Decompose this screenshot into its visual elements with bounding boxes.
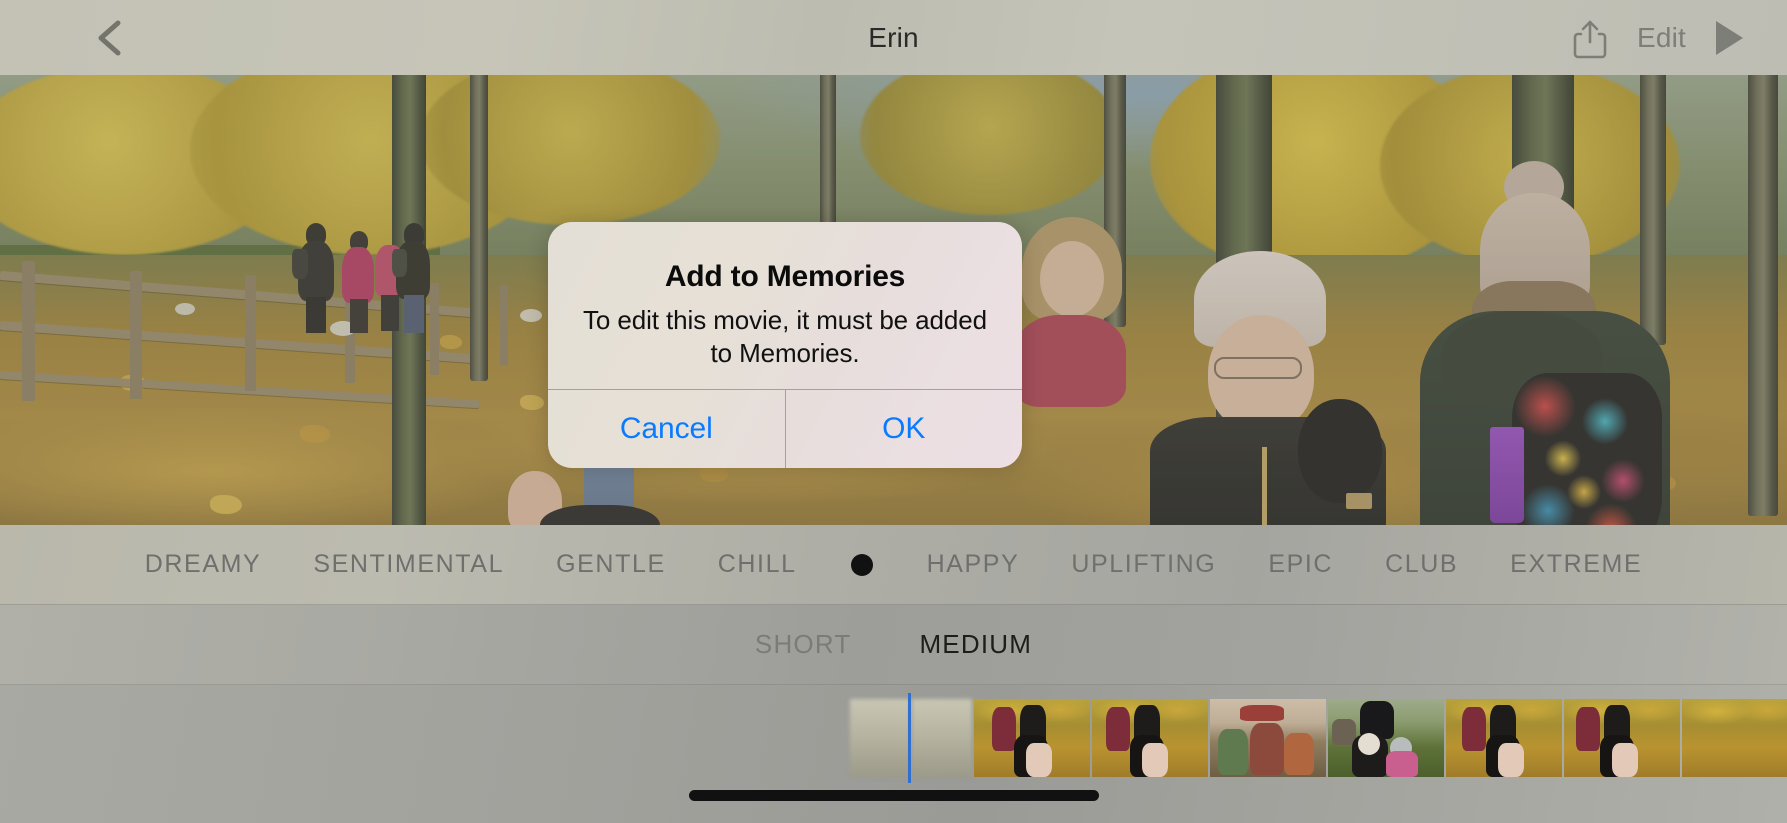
page-title: Erin bbox=[868, 21, 919, 53]
filmstrip-frame[interactable] bbox=[1564, 699, 1680, 777]
filmstrip-frame[interactable] bbox=[850, 699, 910, 777]
fence-post bbox=[500, 285, 508, 365]
water-bottle bbox=[1490, 427, 1524, 523]
filmstrip-frame[interactable] bbox=[1682, 699, 1787, 777]
coat-badge bbox=[1346, 493, 1372, 509]
filmstrip-frame[interactable] bbox=[1210, 699, 1326, 777]
child-dark-coat bbox=[540, 495, 660, 525]
backpack bbox=[392, 249, 407, 277]
mood-item-chill[interactable]: CHILL bbox=[692, 550, 823, 579]
frame-object bbox=[1284, 733, 1314, 775]
mood-selector[interactable]: DREAMY SENTIMENTAL GENTLE CHILL HAPPY UP… bbox=[0, 525, 1787, 605]
share-icon[interactable] bbox=[1573, 18, 1607, 58]
woman-beanie-glasses bbox=[1150, 251, 1386, 525]
filmstrip-frame[interactable] bbox=[1446, 699, 1562, 777]
dialog-actions: Cancel OK bbox=[548, 389, 1022, 468]
dialog-message: To edit this movie, it must be added to … bbox=[583, 305, 987, 369]
coat bbox=[342, 247, 374, 303]
add-to-memories-dialog: Add to Memories To edit this movie, it m… bbox=[548, 222, 1022, 468]
frame-object bbox=[1250, 723, 1284, 775]
backpack bbox=[292, 249, 308, 279]
coat bbox=[1014, 315, 1126, 407]
distant-walker bbox=[392, 223, 432, 335]
face bbox=[1040, 241, 1104, 317]
filmstrip-frame[interactable] bbox=[1328, 699, 1444, 777]
filmstrip-frame[interactable] bbox=[974, 699, 1090, 777]
duration-item-medium[interactable]: MEDIUM bbox=[885, 629, 1066, 660]
timeline-filmstrip[interactable] bbox=[0, 685, 1787, 823]
mood-item-uplifting[interactable]: UPLIFTING bbox=[1045, 550, 1242, 579]
nav-actions: Edit bbox=[1573, 0, 1761, 75]
fence-post bbox=[22, 261, 35, 401]
ok-button[interactable]: OK bbox=[786, 390, 1023, 468]
leaf bbox=[300, 425, 330, 443]
frame-person bbox=[1026, 743, 1052, 777]
playhead[interactable] bbox=[908, 693, 911, 783]
woman-blonde bbox=[1010, 217, 1130, 407]
frame-object bbox=[1218, 729, 1248, 775]
leaf bbox=[520, 395, 544, 410]
mood-item-sentimental[interactable]: SENTIMENTAL bbox=[287, 550, 530, 579]
dialog-title: Add to Memories bbox=[664, 260, 906, 293]
frame-person bbox=[1142, 743, 1168, 777]
frame-person bbox=[1612, 743, 1638, 777]
mood-item-gentle[interactable]: GENTLE bbox=[530, 550, 692, 579]
frame-person bbox=[1358, 733, 1380, 755]
goose bbox=[175, 303, 195, 315]
glasses bbox=[1214, 357, 1302, 379]
frame-person bbox=[1576, 707, 1600, 751]
frame-person bbox=[1106, 707, 1130, 751]
legs bbox=[404, 295, 424, 333]
home-indicator[interactable] bbox=[688, 790, 1099, 801]
distant-walker bbox=[338, 231, 378, 336]
mood-item-extreme[interactable]: EXTREME bbox=[1484, 550, 1668, 579]
edit-button[interactable]: Edit bbox=[1637, 22, 1686, 54]
frame-person bbox=[1462, 707, 1486, 751]
cancel-button[interactable]: Cancel bbox=[548, 390, 786, 468]
selected-mood-dot[interactable] bbox=[850, 553, 873, 576]
frame-object bbox=[1240, 705, 1284, 721]
mood-item-epic[interactable]: EPIC bbox=[1242, 550, 1359, 579]
legs bbox=[306, 297, 326, 333]
play-icon[interactable] bbox=[1716, 20, 1743, 55]
fence-post bbox=[130, 271, 142, 399]
legs bbox=[350, 299, 368, 333]
leaf bbox=[440, 335, 462, 349]
frame-person bbox=[1498, 743, 1524, 777]
filmstrip-frame[interactable] bbox=[1092, 699, 1208, 777]
coat bbox=[540, 505, 660, 525]
mood-item-dreamy[interactable]: DREAMY bbox=[119, 550, 288, 579]
dialog-body: Add to Memories To edit this movie, it m… bbox=[548, 222, 1022, 371]
frame-person bbox=[1386, 751, 1418, 777]
tree-trunk bbox=[1748, 75, 1778, 516]
woman-bobble-hat-backpack bbox=[1420, 161, 1670, 525]
navigation-bar: Erin Edit bbox=[0, 0, 1787, 75]
filmstrip-frames[interactable] bbox=[850, 699, 1787, 777]
frame-person bbox=[992, 707, 1016, 751]
coat-zip bbox=[1262, 447, 1267, 525]
distant-walker bbox=[292, 223, 336, 333]
filmstrip-frame[interactable] bbox=[912, 699, 972, 777]
goose bbox=[520, 309, 542, 322]
leaf bbox=[210, 495, 242, 514]
patterned-backpack bbox=[1512, 373, 1662, 525]
fur-trim bbox=[1298, 399, 1382, 503]
tree-trunk bbox=[470, 75, 488, 381]
fence-post bbox=[245, 275, 256, 391]
mood-item-club[interactable]: CLUB bbox=[1359, 550, 1484, 579]
mood-item-happy[interactable]: HAPPY bbox=[901, 550, 1046, 579]
duration-item-short[interactable]: SHORT bbox=[721, 629, 886, 660]
duration-selector[interactable]: SHORT MEDIUM bbox=[0, 605, 1787, 685]
